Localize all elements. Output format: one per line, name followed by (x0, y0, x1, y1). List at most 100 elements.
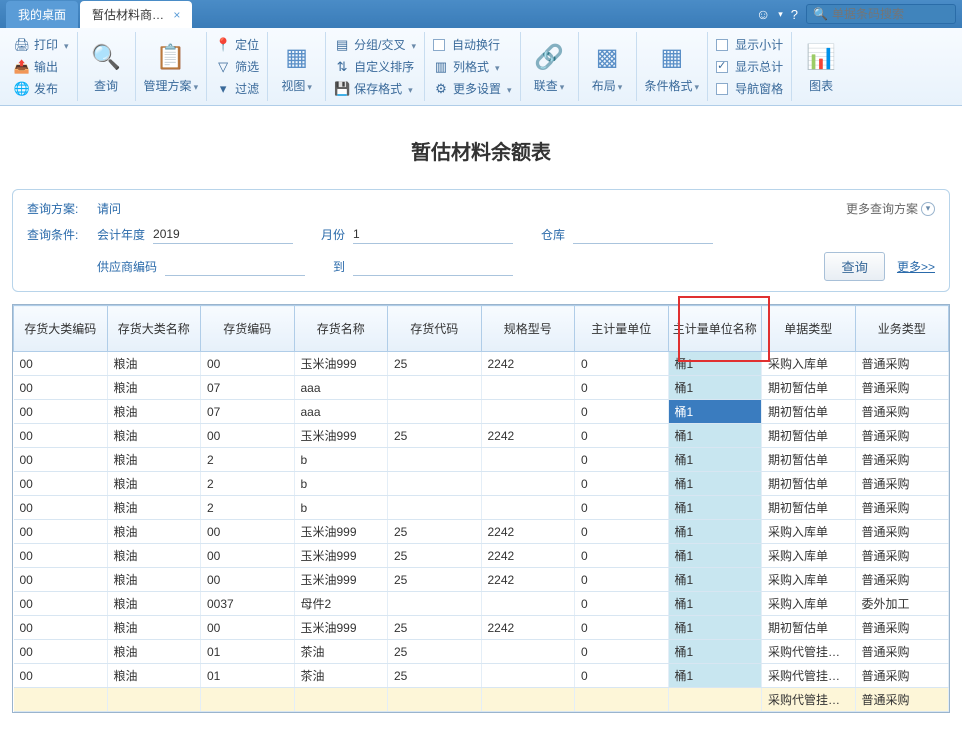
table-cell[interactable] (481, 640, 575, 664)
savefmt-button[interactable]: 💾保存格式 (334, 78, 416, 100)
table-row[interactable]: 00粮油07aaa0桶1期初暂估单普通采购 (14, 376, 949, 400)
table-cell[interactable]: 0 (575, 520, 669, 544)
table-cell[interactable]: 00 (201, 568, 295, 592)
month-input[interactable] (353, 225, 513, 244)
table-cell[interactable]: 00 (201, 352, 295, 376)
table-cell[interactable]: 玉米油999 (294, 424, 388, 448)
table-cell[interactable] (481, 448, 575, 472)
table-cell[interactable]: 桶1 (668, 400, 762, 424)
table-cell[interactable]: 粮油 (107, 568, 201, 592)
table-cell[interactable]: 0 (575, 544, 669, 568)
chart-button[interactable]: 📊 图表 (792, 32, 850, 101)
table-cell[interactable]: 07 (201, 376, 295, 400)
table-row[interactable]: 00粮油00玉米油9992522420桶1采购入库单普通采购 (14, 352, 949, 376)
table-cell[interactable] (388, 688, 482, 712)
table-cell[interactable]: 25 (388, 424, 482, 448)
table-cell[interactable]: 玉米油999 (294, 616, 388, 640)
table-cell[interactable] (388, 496, 482, 520)
col-header[interactable]: 主计量单位名称 (668, 306, 762, 352)
table-cell[interactable]: 期初暂估单 (762, 400, 856, 424)
table-cell[interactable]: 07 (201, 400, 295, 424)
table-row[interactable]: 00粮油01茶油250桶1采购代管挂…普通采购 (14, 640, 949, 664)
query-button[interactable]: 查询 (824, 252, 885, 281)
table-cell[interactable]: 2242 (481, 520, 575, 544)
col-header[interactable]: 规格型号 (481, 306, 575, 352)
table-cell[interactable]: 粮油 (107, 544, 201, 568)
table-cell[interactable]: 粮油 (107, 352, 201, 376)
table-cell[interactable]: 2 (201, 448, 295, 472)
table-cell[interactable]: 粮油 (107, 424, 201, 448)
table-cell[interactable]: 0 (575, 472, 669, 496)
autowrap-check[interactable]: 自动换行 (433, 34, 512, 56)
col-header[interactable]: 存货大类编码 (14, 306, 108, 352)
table-cell[interactable]: 桶1 (668, 352, 762, 376)
table-row[interactable]: 00粮油2b0桶1期初暂估单普通采购 (14, 448, 949, 472)
table-cell[interactable]: 00 (14, 448, 108, 472)
table-cell[interactable]: 普通采购 (855, 376, 949, 400)
table-cell[interactable]: 00 (14, 568, 108, 592)
table-cell[interactable]: 期初暂估单 (762, 472, 856, 496)
table-cell[interactable]: 01 (201, 664, 295, 688)
table-cell[interactable]: aaa (294, 400, 388, 424)
table-cell[interactable]: 2242 (481, 616, 575, 640)
table-cell[interactable]: 0 (575, 352, 669, 376)
filter2-button[interactable]: ▾过滤 (215, 78, 259, 100)
table-cell[interactable] (668, 688, 762, 712)
more-link[interactable]: 更多>> (897, 258, 935, 275)
table-cell[interactable]: 粮油 (107, 376, 201, 400)
table-cell[interactable]: 母件2 (294, 592, 388, 616)
table-cell[interactable]: 普通采购 (855, 664, 949, 688)
table-row[interactable]: 00粮油00玉米油9992522420桶1采购入库单普通采购 (14, 544, 949, 568)
table-cell[interactable]: 普通采购 (855, 544, 949, 568)
table-cell[interactable]: 2 (201, 472, 295, 496)
table-cell[interactable]: 采购代管挂… (762, 664, 856, 688)
table-cell[interactable]: 采购入库单 (762, 568, 856, 592)
table-cell[interactable]: 25 (388, 616, 482, 640)
table-cell[interactable]: b (294, 448, 388, 472)
table-cell[interactable]: 桶1 (668, 640, 762, 664)
table-cell[interactable]: 茶油 (294, 664, 388, 688)
table-cell[interactable]: 普通采购 (855, 400, 949, 424)
col-header[interactable]: 单据类型 (762, 306, 856, 352)
help-icon[interactable]: ? (791, 7, 798, 22)
table-cell[interactable]: 0 (575, 592, 669, 616)
table-cell[interactable]: 00 (201, 544, 295, 568)
table-cell[interactable]: 0 (575, 664, 669, 688)
table-cell[interactable]: 00 (201, 616, 295, 640)
table-row[interactable]: 采购代管挂…普通采购 (14, 688, 949, 712)
table-cell[interactable]: 00 (14, 664, 108, 688)
table-cell[interactable]: 25 (388, 664, 482, 688)
table-cell[interactable]: 00 (14, 496, 108, 520)
table-cell[interactable] (481, 496, 575, 520)
table-row[interactable]: 00粮油01茶油250桶1采购代管挂…普通采购 (14, 664, 949, 688)
table-cell[interactable]: 期初暂估单 (762, 424, 856, 448)
query-button[interactable]: 🔍 查询 (78, 32, 136, 101)
publish-button[interactable]: 🌐发布 (14, 78, 69, 100)
table-cell[interactable]: 桶1 (668, 376, 762, 400)
table-cell[interactable]: 0 (575, 448, 669, 472)
table-cell[interactable]: 桶1 (668, 472, 762, 496)
layout-button[interactable]: ▩ 布局 (579, 32, 637, 101)
table-cell[interactable]: 粮油 (107, 640, 201, 664)
table-cell[interactable] (388, 592, 482, 616)
table-cell[interactable]: 01 (201, 640, 295, 664)
table-cell[interactable]: b (294, 472, 388, 496)
close-icon[interactable]: × (173, 8, 180, 22)
search-input[interactable] (832, 7, 949, 21)
view-button[interactable]: ▦ 视图 (268, 32, 326, 101)
table-cell[interactable]: 00 (14, 520, 108, 544)
scheme-value[interactable]: 请问 (97, 200, 121, 217)
table-cell[interactable]: 2242 (481, 424, 575, 448)
table-cell[interactable] (481, 472, 575, 496)
table-cell[interactable]: 普通采购 (855, 496, 949, 520)
table-cell[interactable]: 2 (201, 496, 295, 520)
table-cell[interactable]: 桶1 (668, 496, 762, 520)
tab-active[interactable]: 暂估材料商… × (80, 1, 192, 28)
table-cell[interactable]: 桶1 (668, 544, 762, 568)
table-cell[interactable]: 00 (14, 640, 108, 664)
table-cell[interactable]: 期初暂估单 (762, 496, 856, 520)
table-cell[interactable]: 0 (575, 568, 669, 592)
table-cell[interactable]: 期初暂估单 (762, 616, 856, 640)
table-cell[interactable]: 桶1 (668, 568, 762, 592)
dropdown-icon[interactable]: ▾ (778, 9, 783, 20)
